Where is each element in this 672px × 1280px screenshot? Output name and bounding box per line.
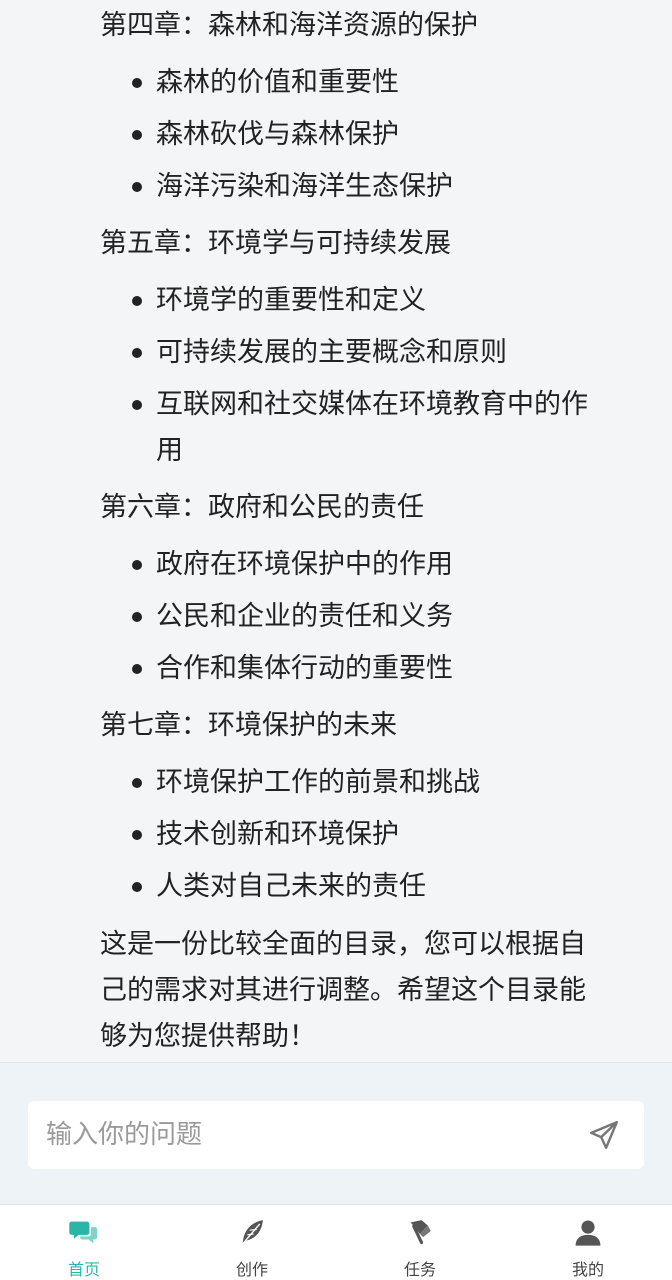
tab-label: 任务 <box>403 1260 436 1279</box>
bullet-dot <box>132 778 142 788</box>
tab-label: 我的 <box>571 1260 604 1279</box>
chapter-title: 第七章：环境保护的未来 <box>100 710 397 741</box>
list-item: 合作和集体行动的重要性 <box>98 646 612 692</box>
tab-mine[interactable]: 我的 <box>504 1205 672 1280</box>
bullet-dot <box>132 182 142 192</box>
tab-home[interactable]: 首页 <box>0 1205 168 1280</box>
bullet-dot <box>132 348 142 358</box>
send-icon <box>590 1121 618 1149</box>
chapter-items: 政府在环境保护中的作用 公民和企业的责任和义务 合作和集体行动的重要性 <box>100 542 612 692</box>
bullet-dot <box>132 830 142 840</box>
bullet-dot <box>132 130 142 140</box>
list-item: 环境学的重要性和定义 <box>98 278 612 324</box>
bullet-dot <box>132 560 142 570</box>
list-item: 可持续发展的主要概念和原则 <box>98 330 612 376</box>
question-input-box[interactable] <box>28 1101 644 1169</box>
chapter-section: 第四章：森林和海洋资源的保护 森林的价值和重要性 森林砍伐与森林保护 海洋污染和… <box>100 8 612 210</box>
list-item: 海洋污染和海洋生态保护 <box>98 164 612 210</box>
chapter-title: 第六章：政府和公民的责任 <box>100 492 424 523</box>
bullet-dot <box>132 664 142 674</box>
bullet-dot <box>132 882 142 892</box>
list-item: 人类对自己未来的责任 <box>98 864 612 910</box>
list-item: 环境保护工作的前景和挑战 <box>98 760 612 806</box>
chat-icon <box>69 1221 98 1244</box>
input-area <box>0 1062 672 1204</box>
feather-icon <box>240 1220 263 1247</box>
closing-paragraph: 这是一份比较全面的目录，您可以根据自己的需求对其进行调整。希望这个目录能够为您提… <box>100 929 586 1052</box>
tab-tasks[interactable]: 任务 <box>336 1205 504 1280</box>
list-item: 互联网和社交媒体在环境教育中的作用 <box>98 382 612 474</box>
bottom-tab-bar: 首页 创作 任务 我的 <box>0 1204 672 1280</box>
chapter-items: 环境学的重要性和定义 可持续发展的主要概念和原则 互联网和社交媒体在环境教育中的… <box>100 278 612 474</box>
tab-label: 首页 <box>67 1260 100 1279</box>
tab-label: 创作 <box>235 1260 268 1279</box>
bullet-dot <box>132 78 142 88</box>
list-item: 政府在环境保护中的作用 <box>98 542 612 588</box>
bullet-dot <box>132 400 142 410</box>
chat-message: 第四章：森林和海洋资源的保护 森林的价值和重要性 森林砍伐与森林保护 海洋污染和… <box>0 0 672 1062</box>
chapter-title: 第五章：环境学与可持续发展 <box>100 228 451 259</box>
chapter-section: 第七章：环境保护的未来 环境保护工作的前景和挑战 技术创新和环境保护 人类对自己… <box>100 708 612 910</box>
bullet-dot <box>132 612 142 622</box>
chapter-title: 第四章：森林和海洋资源的保护 <box>100 10 478 41</box>
bullet-dot <box>132 296 142 306</box>
tab-create[interactable]: 创作 <box>168 1205 336 1280</box>
chapter-section: 第六章：政府和公民的责任 政府在环境保护中的作用 公民和企业的责任和义务 合作和… <box>100 490 612 692</box>
list-item: 技术创新和环境保护 <box>98 812 612 858</box>
chapter-items: 环境保护工作的前景和挑战 技术创新和环境保护 人类对自己未来的责任 <box>100 760 612 910</box>
user-icon <box>575 1220 601 1246</box>
list-item: 公民和企业的责任和义务 <box>98 594 612 640</box>
send-button[interactable] <box>586 1117 622 1153</box>
flag-icon <box>410 1220 431 1245</box>
chapter-items: 森林的价值和重要性 森林砍伐与森林保护 海洋污染和海洋生态保护 <box>100 60 612 210</box>
question-input[interactable] <box>46 1120 586 1150</box>
list-item: 森林砍伐与森林保护 <box>98 112 612 158</box>
chapter-section: 第五章：环境学与可持续发展 环境学的重要性和定义 可持续发展的主要概念和原则 互… <box>100 226 612 474</box>
list-item: 森林的价值和重要性 <box>98 60 612 106</box>
